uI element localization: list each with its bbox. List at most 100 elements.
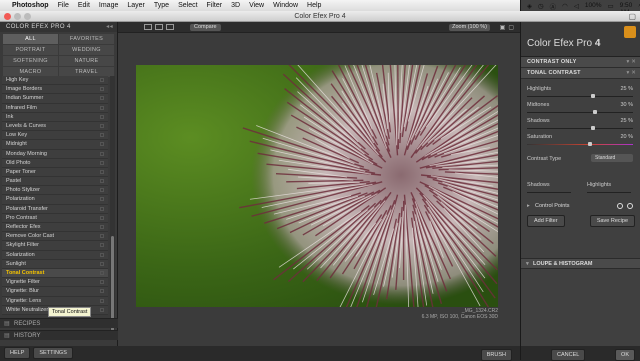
favorite-star-icon[interactable] [100,161,104,165]
filter-item[interactable]: Vignette: Blur [2,287,108,296]
filter-item[interactable]: Old Photo [2,159,108,168]
favorite-star-icon[interactable] [100,197,104,201]
scrollbar-thumb[interactable] [111,236,114,331]
category-wedding[interactable]: WEDDING [59,45,114,55]
filter-item[interactable]: Image Borders [2,85,108,94]
shadows-protection-slider[interactable] [527,192,571,193]
category-all[interactable]: ALL [3,34,58,44]
dropbox-icon[interactable]: ◈ [527,2,532,10]
favorite-star-icon[interactable] [100,106,104,110]
preview-image[interactable] [136,65,498,307]
favorite-star-icon[interactable] [100,207,104,211]
slider-track[interactable] [527,112,633,113]
split-view-icon[interactable] [155,24,163,30]
slider-knob[interactable] [588,142,592,146]
slider-track[interactable] [527,128,633,129]
menu-view[interactable]: View [249,2,264,9]
filter-item[interactable]: Vignette: Lens [2,297,108,306]
filter-item[interactable]: Tonal Contrast [2,269,108,278]
filter-item[interactable]: Polarization [2,195,108,204]
loupe-toggle-icon[interactable]: ▢ [508,24,514,31]
side-by-side-icon[interactable] [166,24,174,30]
filter-item[interactable]: Pro Contrast [2,214,108,223]
menu-layer[interactable]: Layer [127,2,145,9]
slider-track[interactable] [527,144,633,145]
favorite-star-icon[interactable] [100,243,104,247]
background-icon[interactable]: ▣ [500,24,506,31]
filter-item[interactable]: Vignette Filter [2,278,108,287]
single-view-icon[interactable] [144,24,152,30]
favorite-star-icon[interactable] [100,280,104,284]
time-machine-icon[interactable]: ◷ [538,2,544,10]
slider-track[interactable] [527,96,633,97]
filter-item[interactable]: Low Key [2,131,108,140]
favorite-star-icon[interactable] [100,124,104,128]
favorite-star-icon[interactable] [100,234,104,238]
filter-item[interactable]: Solarization [2,251,108,260]
wifi-icon[interactable]: ◠ [562,2,568,10]
filter-item[interactable]: Levels & Curves [2,122,108,131]
filter-item[interactable]: Midnight [2,140,108,149]
menu-window[interactable]: Window [273,2,298,9]
filter-row-tonal-contrast[interactable]: TONAL CONTRAST ▾ ✕ [521,68,640,79]
contrast-type-select[interactable]: Standard [591,154,633,162]
favorite-star-icon[interactable] [100,225,104,229]
add-control-point-icon[interactable] [617,203,623,209]
battery-icon[interactable]: ▭ [607,2,613,10]
menu-3d[interactable]: 3D [231,2,240,9]
menu-file[interactable]: File [58,2,69,9]
slider-knob[interactable] [591,126,595,130]
filter-item[interactable]: Ink [2,113,108,122]
add-filter-button[interactable]: Add Filter [527,215,565,227]
menu-image[interactable]: Image [99,2,118,9]
filter-list-scrollbar[interactable] [110,76,115,336]
help-button[interactable]: HELP [4,347,30,359]
favorite-star-icon[interactable] [100,142,104,146]
filter-item[interactable]: Monday Morning [2,150,108,159]
favorite-star-icon[interactable] [100,115,104,119]
save-recipe-button[interactable]: Save Recipe [590,215,635,227]
filter-item[interactable]: Infrared Film [2,104,108,113]
filter-item[interactable]: Sunlight [2,260,108,269]
favorite-star-icon[interactable] [100,87,104,91]
favorite-star-icon[interactable] [100,179,104,183]
favorite-star-icon[interactable] [100,78,104,82]
compare-button[interactable]: Compare [190,24,221,31]
brush-button[interactable]: BRUSH [481,349,512,361]
zoom-window-button[interactable] [24,13,31,20]
collapse-panel-icon[interactable]: ◂◂ [106,23,113,30]
filter-row-contrast-only[interactable]: CONTRAST ONLY ▾ ✕ [521,57,640,68]
favorite-star-icon[interactable] [100,253,104,257]
favorite-star-icon[interactable] [100,133,104,137]
battery-percent[interactable]: 100% [585,2,602,9]
history-section[interactable]: ▤ HISTORY [0,330,118,340]
favorite-star-icon[interactable] [100,216,104,220]
filter-item[interactable]: Remove Color Cast [2,232,108,241]
filter-row-controls[interactable]: ▾ ✕ [627,68,637,79]
highlights-protection-slider[interactable] [587,192,631,193]
favorite-star-icon[interactable] [100,96,104,100]
filter-item[interactable]: Photo Stylizer [2,186,108,195]
minimize-window-button[interactable] [14,13,21,20]
close-window-button[interactable] [4,13,11,20]
volume-icon[interactable]: ◁ [574,2,579,10]
filter-item[interactable]: Indian Summer [2,94,108,103]
cancel-button[interactable]: CANCEL [551,349,585,361]
filter-item[interactable]: Skylight Filter [2,241,108,250]
slider-midtones[interactable]: Midtones30 % [521,100,640,116]
favorite-star-icon[interactable] [100,308,104,312]
loupe-histogram-section[interactable]: ▾ LOUPE & HISTOGRAM [521,258,640,269]
zoom-select[interactable]: Zoom (100 %) [449,24,490,31]
filter-item[interactable]: Paper Toner [2,168,108,177]
category-nature[interactable]: NATURE [59,56,114,66]
slider-knob[interactable] [591,94,595,98]
filter-item[interactable]: High Key [2,76,108,85]
recipes-section[interactable]: ▤ RECIPES [0,318,118,328]
adobe-icon[interactable]: Ⓐ [550,1,557,11]
favorite-star-icon[interactable] [100,170,104,174]
menu-edit[interactable]: Edit [78,2,90,9]
category-portrait[interactable]: PORTRAIT [3,45,58,55]
menu-filter[interactable]: Filter [207,2,223,9]
menu-photoshop[interactable]: Photoshop [12,2,49,9]
category-softening[interactable]: SOFTENING [3,56,58,66]
